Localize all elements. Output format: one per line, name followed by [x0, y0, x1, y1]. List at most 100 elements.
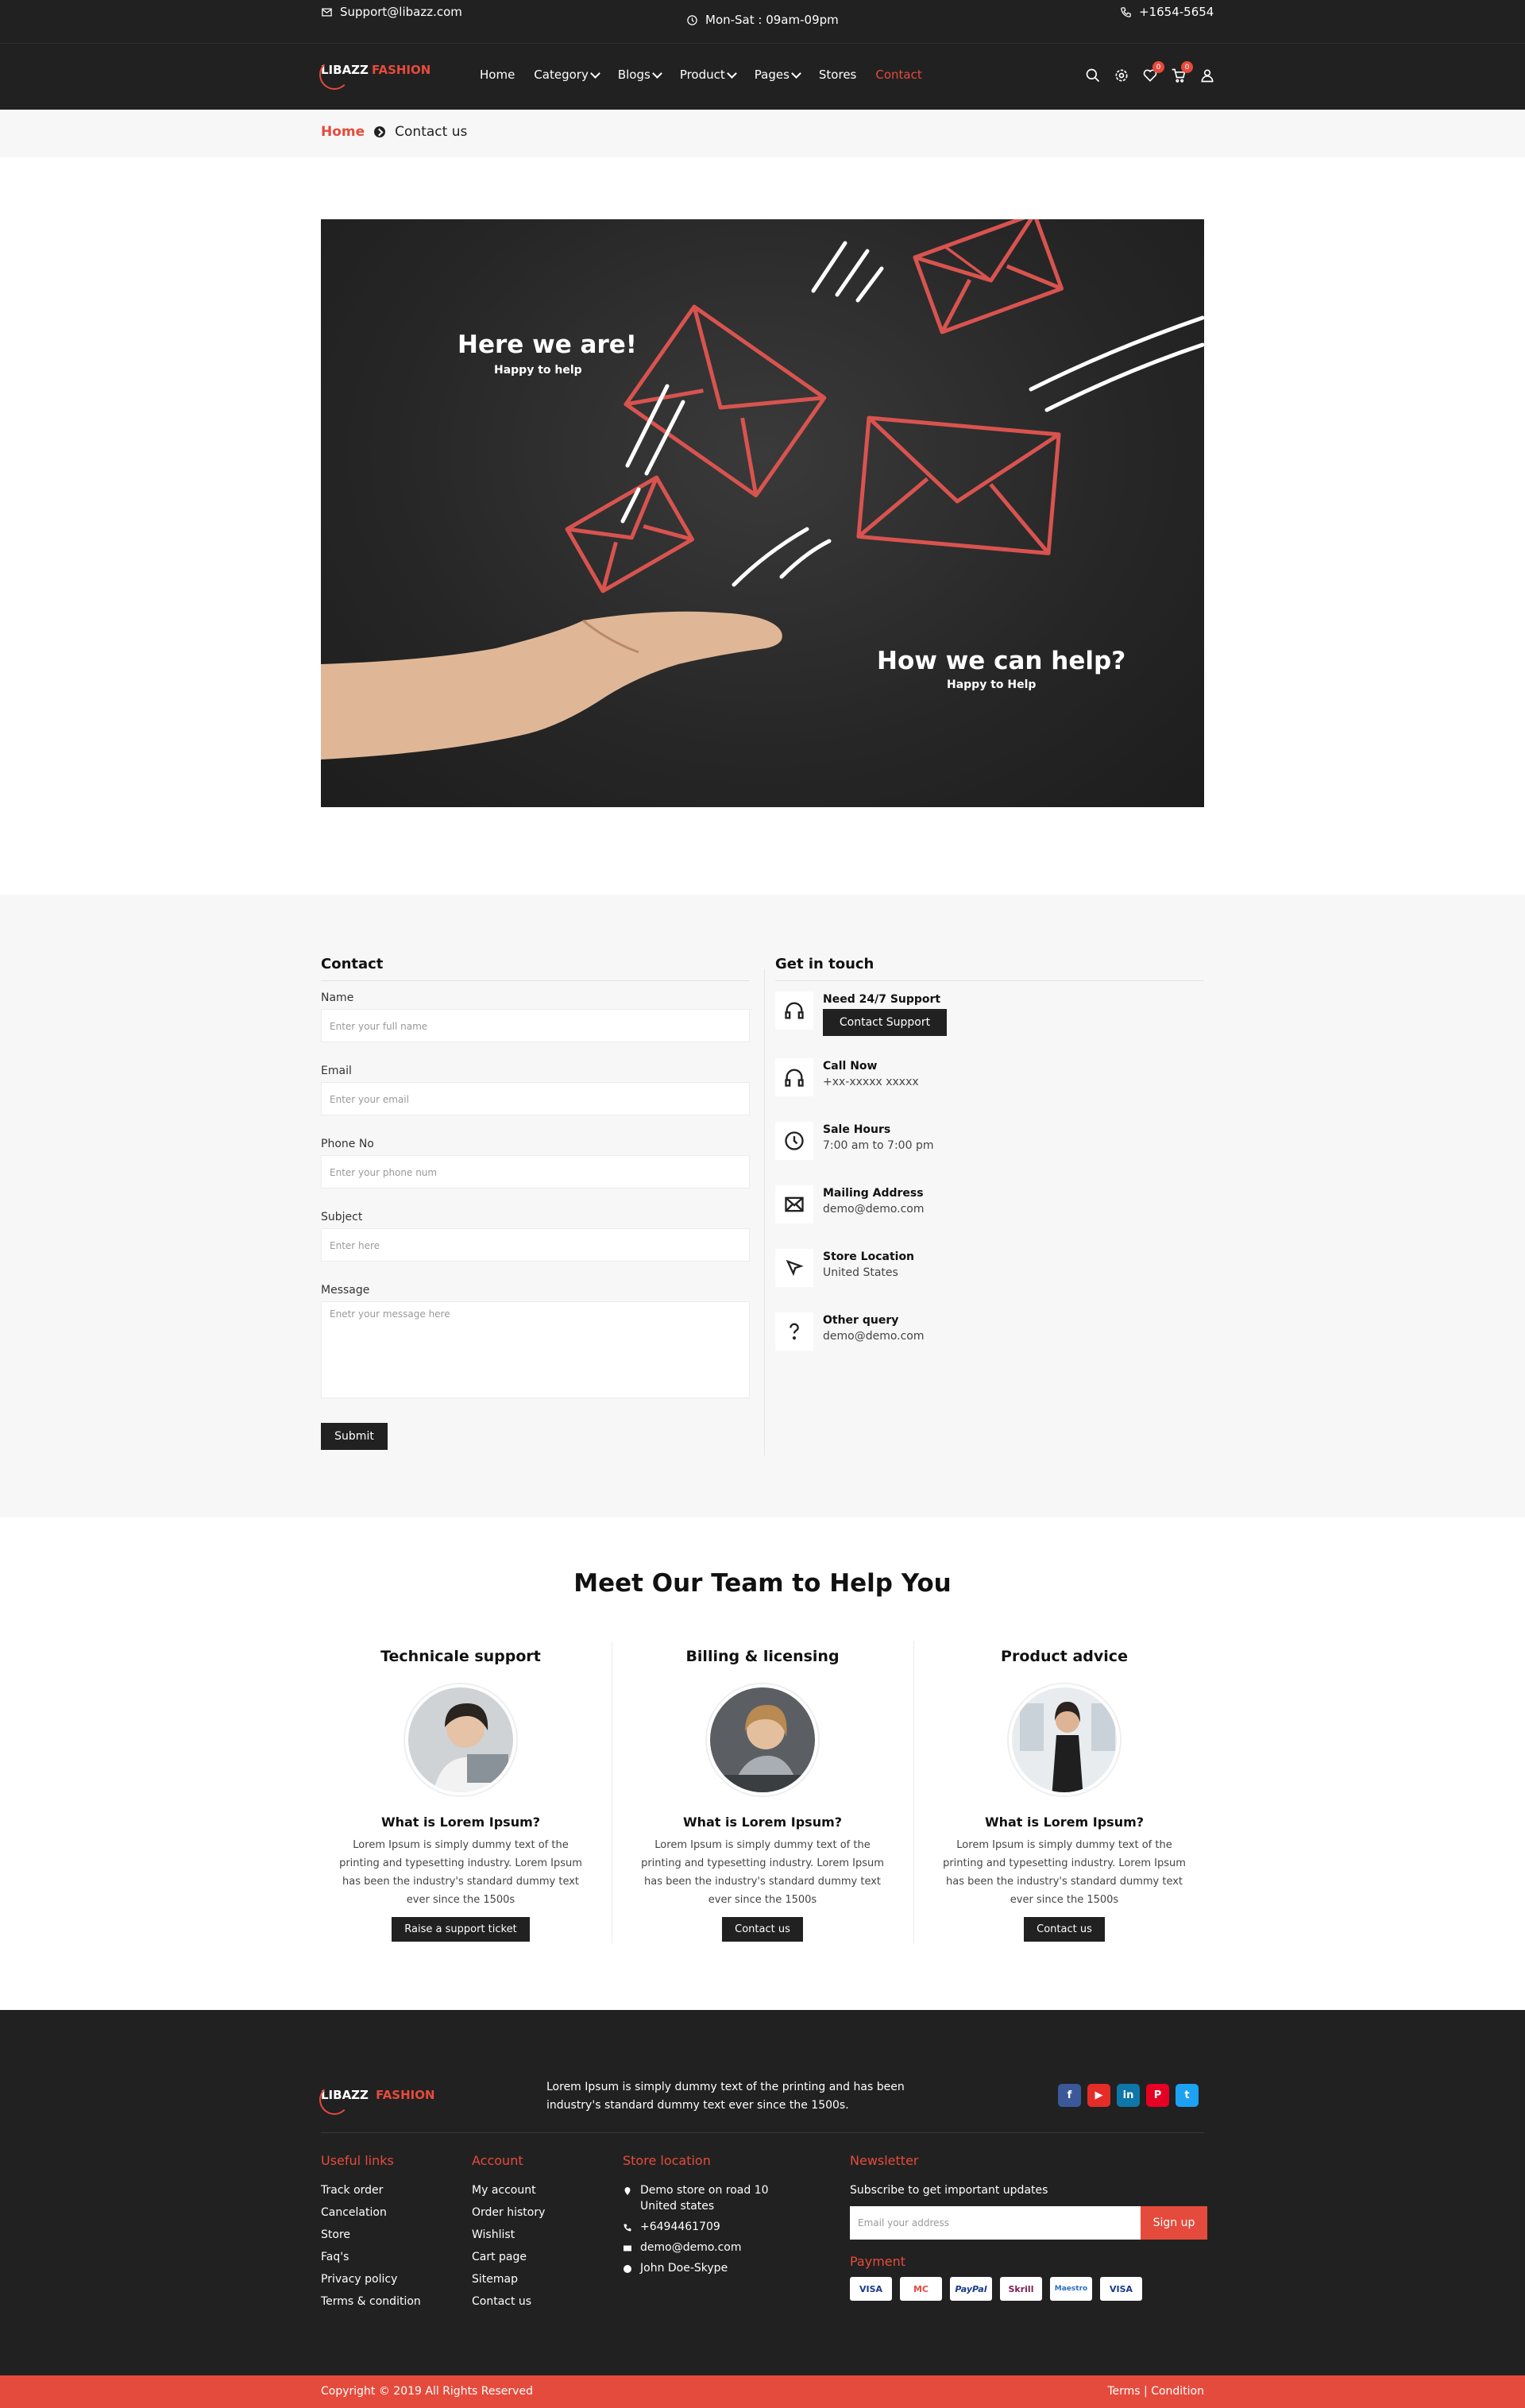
- subject-input[interactable]: Enter here: [321, 1228, 750, 1262]
- useful-links-heading: Useful links: [321, 2153, 394, 2168]
- sign-up-button[interactable]: Sign up: [1141, 2206, 1207, 2240]
- pinterest-icon[interactable]: P: [1146, 2084, 1169, 2107]
- top-email[interactable]: Support@libazz.com: [321, 5, 462, 19]
- top-hours-text: Mon-Sat : 09am-09pm: [705, 13, 839, 27]
- message-textarea[interactable]: Enetr your message here: [321, 1301, 750, 1398]
- user-icon[interactable]: [1199, 68, 1215, 83]
- breadcrumb: Home Contact us: [0, 110, 1525, 157]
- store-phone[interactable]: +6494461709: [623, 2221, 769, 2233]
- logo-text-2: FASHION: [371, 63, 431, 77]
- team-card-question: What is Lorem Ipsum?: [380, 1815, 541, 1830]
- nav-home-label: Home: [480, 68, 515, 82]
- top-email-text: Support@libazz.com: [340, 5, 462, 19]
- avatar: [405, 1684, 516, 1795]
- store-email-text: demo@demo.com: [640, 2241, 742, 2254]
- headset-icon: [785, 1002, 804, 1019]
- submit-button[interactable]: Submit: [321, 1423, 388, 1450]
- footer-link[interactable]: My account: [472, 2184, 545, 2197]
- nav-category[interactable]: Category: [534, 68, 600, 82]
- footer-link[interactable]: Contact us: [472, 2295, 545, 2308]
- nav-product[interactable]: Product: [680, 68, 737, 82]
- cursor-icon: [786, 1259, 804, 1277]
- footer-link[interactable]: Store: [321, 2228, 421, 2241]
- logo-ring: [319, 60, 349, 90]
- store-address: Demo store on road 10 United states: [623, 2184, 769, 2213]
- footer-link[interactable]: Faq's: [321, 2251, 421, 2263]
- query-item: Other query demo@demo.com: [775, 1312, 1220, 1357]
- copyright-bar: Copyright © 2019 All Rights Reserved Ter…: [0, 2375, 1525, 2408]
- nav-contact[interactable]: Contact: [875, 68, 921, 82]
- call-item: Call Now +xx-xxxxx xxxxx: [775, 1058, 1220, 1103]
- mail-icon: [322, 8, 332, 16]
- account-links: Account My account Order history Wishlis…: [472, 2153, 545, 2317]
- store-skype-text: John Doe-Skype: [640, 2262, 728, 2275]
- store-email[interactable]: demo@demo.com: [623, 2241, 769, 2254]
- store-address-line1: Demo store on road 10: [640, 2184, 769, 2197]
- twitter-icon[interactable]: t: [1176, 2084, 1199, 2107]
- nav-stores[interactable]: Stores: [819, 68, 856, 82]
- header-icons: 0 0: [1085, 61, 1215, 83]
- page: Support@libazz.com Mon-Sat : 09am-09pm +…: [0, 0, 1525, 2408]
- cart-badge: 0: [1181, 61, 1193, 73]
- team-card-product: Product advice What is Lorem Ipsum? Lore…: [913, 1641, 1215, 1943]
- mail-value[interactable]: demo@demo.com: [823, 1203, 925, 1216]
- visa-electron-icon: VISA: [1100, 2277, 1142, 2301]
- newsletter-email-input[interactable]: Email your address: [850, 2206, 1141, 2240]
- nav-pages[interactable]: Pages: [755, 68, 801, 82]
- cart-icon[interactable]: 0: [1171, 61, 1193, 83]
- contact-support-button[interactable]: Contact Support: [823, 1009, 947, 1036]
- team-title: Meet Our Team to Help You: [573, 1569, 952, 1598]
- headphones-icon: [785, 1069, 804, 1087]
- copyright-text: Copyright © 2019 All Rights Reserved: [321, 2385, 533, 2398]
- hero-subtitle-1: Happy to help: [494, 364, 582, 377]
- maestro-icon: Maestro: [1050, 2277, 1092, 2301]
- useful-links: Useful links Track order Cancelation Sto…: [321, 2153, 421, 2317]
- top-phone[interactable]: +1654-5654: [1120, 5, 1214, 19]
- team-card-billing: Billing & licensing What is Lorem Ipsum?…: [612, 1641, 913, 1943]
- youtube-icon[interactable]: ▶: [1087, 2084, 1110, 2107]
- location-item: Store Location United States: [775, 1249, 1220, 1293]
- message-label: Message: [321, 1284, 370, 1297]
- footer-logo[interactable]: LIBAZZ FASHION: [319, 2085, 435, 2115]
- footer-link[interactable]: Cancelation: [321, 2206, 421, 2219]
- store-location: Store location Demo store on road 10 Unit…: [623, 2153, 769, 2282]
- footer-link[interactable]: Privacy policy: [321, 2273, 421, 2286]
- envelope-icon: [913, 219, 1064, 334]
- facebook-icon[interactable]: f: [1058, 2084, 1081, 2107]
- clock-icon: [785, 1131, 804, 1150]
- settings-icon[interactable]: [1114, 68, 1129, 83]
- nav-home[interactable]: Home: [480, 68, 515, 82]
- phone-input[interactable]: Enter your phone num: [321, 1155, 750, 1189]
- footer-link[interactable]: Cart page: [472, 2251, 545, 2263]
- visa-icon: VISA: [850, 2277, 892, 2301]
- heart-icon[interactable]: 0: [1142, 61, 1164, 83]
- support-title: Need 24/7 Support: [823, 993, 941, 1006]
- team-card-desc: Lorem Ipsum is simply dummy text of the …: [641, 1839, 884, 1906]
- nav-blogs[interactable]: Blogs: [618, 68, 662, 82]
- search-icon[interactable]: [1085, 68, 1101, 83]
- footer-link[interactable]: Sitemap: [472, 2273, 545, 2286]
- footer-link[interactable]: Order history: [472, 2206, 545, 2219]
- footer-link[interactable]: Terms & condition: [321, 2295, 421, 2308]
- linkedin-icon[interactable]: in: [1117, 2084, 1140, 2107]
- name-input[interactable]: Enter your full name: [321, 1009, 750, 1042]
- avatar: [1009, 1684, 1120, 1795]
- avatar: [707, 1684, 818, 1795]
- footer-link[interactable]: Track order: [321, 2184, 421, 2197]
- breadcrumb-home[interactable]: Home: [321, 124, 365, 140]
- footer-link[interactable]: Wishlist: [472, 2228, 545, 2241]
- contact-us-button[interactable]: Contact us: [722, 1917, 803, 1942]
- terms-link[interactable]: Terms | Condition: [1107, 2385, 1204, 2398]
- logo[interactable]: LIBAZZ FASHION: [319, 60, 431, 90]
- raise-ticket-button[interactable]: Raise a support ticket: [392, 1917, 530, 1942]
- top-bar: Support@libazz.com Mon-Sat : 09am-09pm +…: [0, 0, 1525, 43]
- team-card-title: Technicale support: [380, 1648, 541, 1665]
- contact-us-button[interactable]: Contact us: [1024, 1917, 1105, 1942]
- account-heading: Account: [472, 2153, 523, 2168]
- email-input[interactable]: Enter your email: [321, 1082, 750, 1115]
- payment-methods: VISA MC PayPal Skrill Maestro VISA: [850, 2277, 1207, 2301]
- mail-item: Mailing Address demo@demo.com: [775, 1185, 1220, 1230]
- store-skype[interactable]: John Doe-Skype: [623, 2262, 769, 2275]
- top-phone-text: +1654-5654: [1139, 5, 1214, 19]
- query-value[interactable]: demo@demo.com: [823, 1330, 925, 1343]
